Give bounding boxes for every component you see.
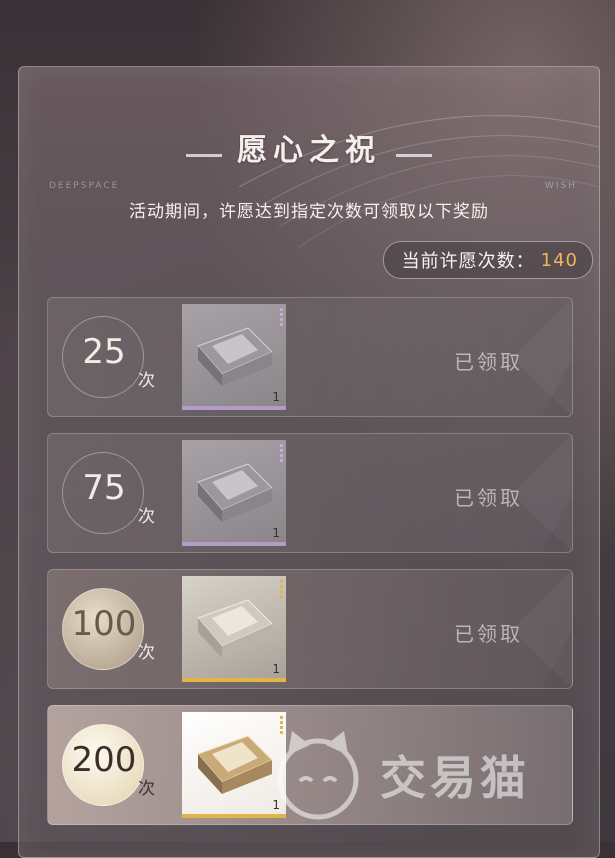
- gift-box-icon: [197, 599, 273, 658]
- title-area: 愿心之祝: [19, 125, 599, 169]
- reward-card-25[interactable]: 25 次 1 已领取: [47, 297, 573, 417]
- item-quantity: 1: [272, 662, 280, 676]
- reward-threshold-unit: 次: [138, 779, 155, 799]
- page-title: 愿心之祝: [237, 133, 381, 168]
- watermark-text: 交易猫: [380, 751, 530, 805]
- rarity-marker: [280, 444, 283, 462]
- reward-item-box[interactable]: 1: [182, 440, 286, 546]
- reward-threshold: 100: [71, 604, 137, 644]
- reward-item-box[interactable]: 1: [182, 304, 286, 410]
- reward-threshold-unit: 次: [138, 643, 155, 663]
- title-decoration-left: [185, 154, 222, 157]
- wish-count-label: 当前许愿次数：: [401, 251, 535, 272]
- reward-threshold: 75: [82, 468, 126, 508]
- reward-threshold-unit: 次: [138, 507, 155, 527]
- claim-status: 已领取: [454, 486, 523, 510]
- wish-count-badge: 当前许愿次数： 140: [382, 241, 593, 279]
- reward-item-box[interactable]: 1: [182, 576, 286, 682]
- rarity-marker: [280, 308, 283, 326]
- gift-box-icon: [197, 327, 273, 386]
- gift-box-icon: [197, 735, 273, 794]
- reward-threshold-unit: 次: [138, 371, 155, 391]
- wish-count-value: 140: [540, 249, 578, 271]
- tag-wish: WISH: [544, 181, 577, 191]
- reward-card-100[interactable]: 100 次 1 已领取: [47, 569, 573, 689]
- rarity-marker: [280, 580, 283, 598]
- watermark: 交易猫: [270, 720, 600, 830]
- item-quantity: 1: [272, 390, 280, 404]
- tag-deepspace: DEEPSPACE: [49, 181, 120, 191]
- reward-card-75[interactable]: 75 次 1 已领取: [47, 433, 573, 553]
- claim-status: 已领取: [454, 350, 523, 374]
- event-description: 活动期间，许愿达到指定次数可领取以下奖励: [129, 202, 489, 222]
- item-quantity: 1: [272, 526, 280, 540]
- title-decoration-right: [396, 154, 433, 157]
- claim-status: 已领取: [454, 622, 523, 646]
- reward-threshold: 200: [71, 740, 137, 780]
- reward-threshold: 25: [82, 332, 126, 372]
- cat-face-icon: [277, 731, 359, 820]
- gift-box-icon: [197, 463, 273, 522]
